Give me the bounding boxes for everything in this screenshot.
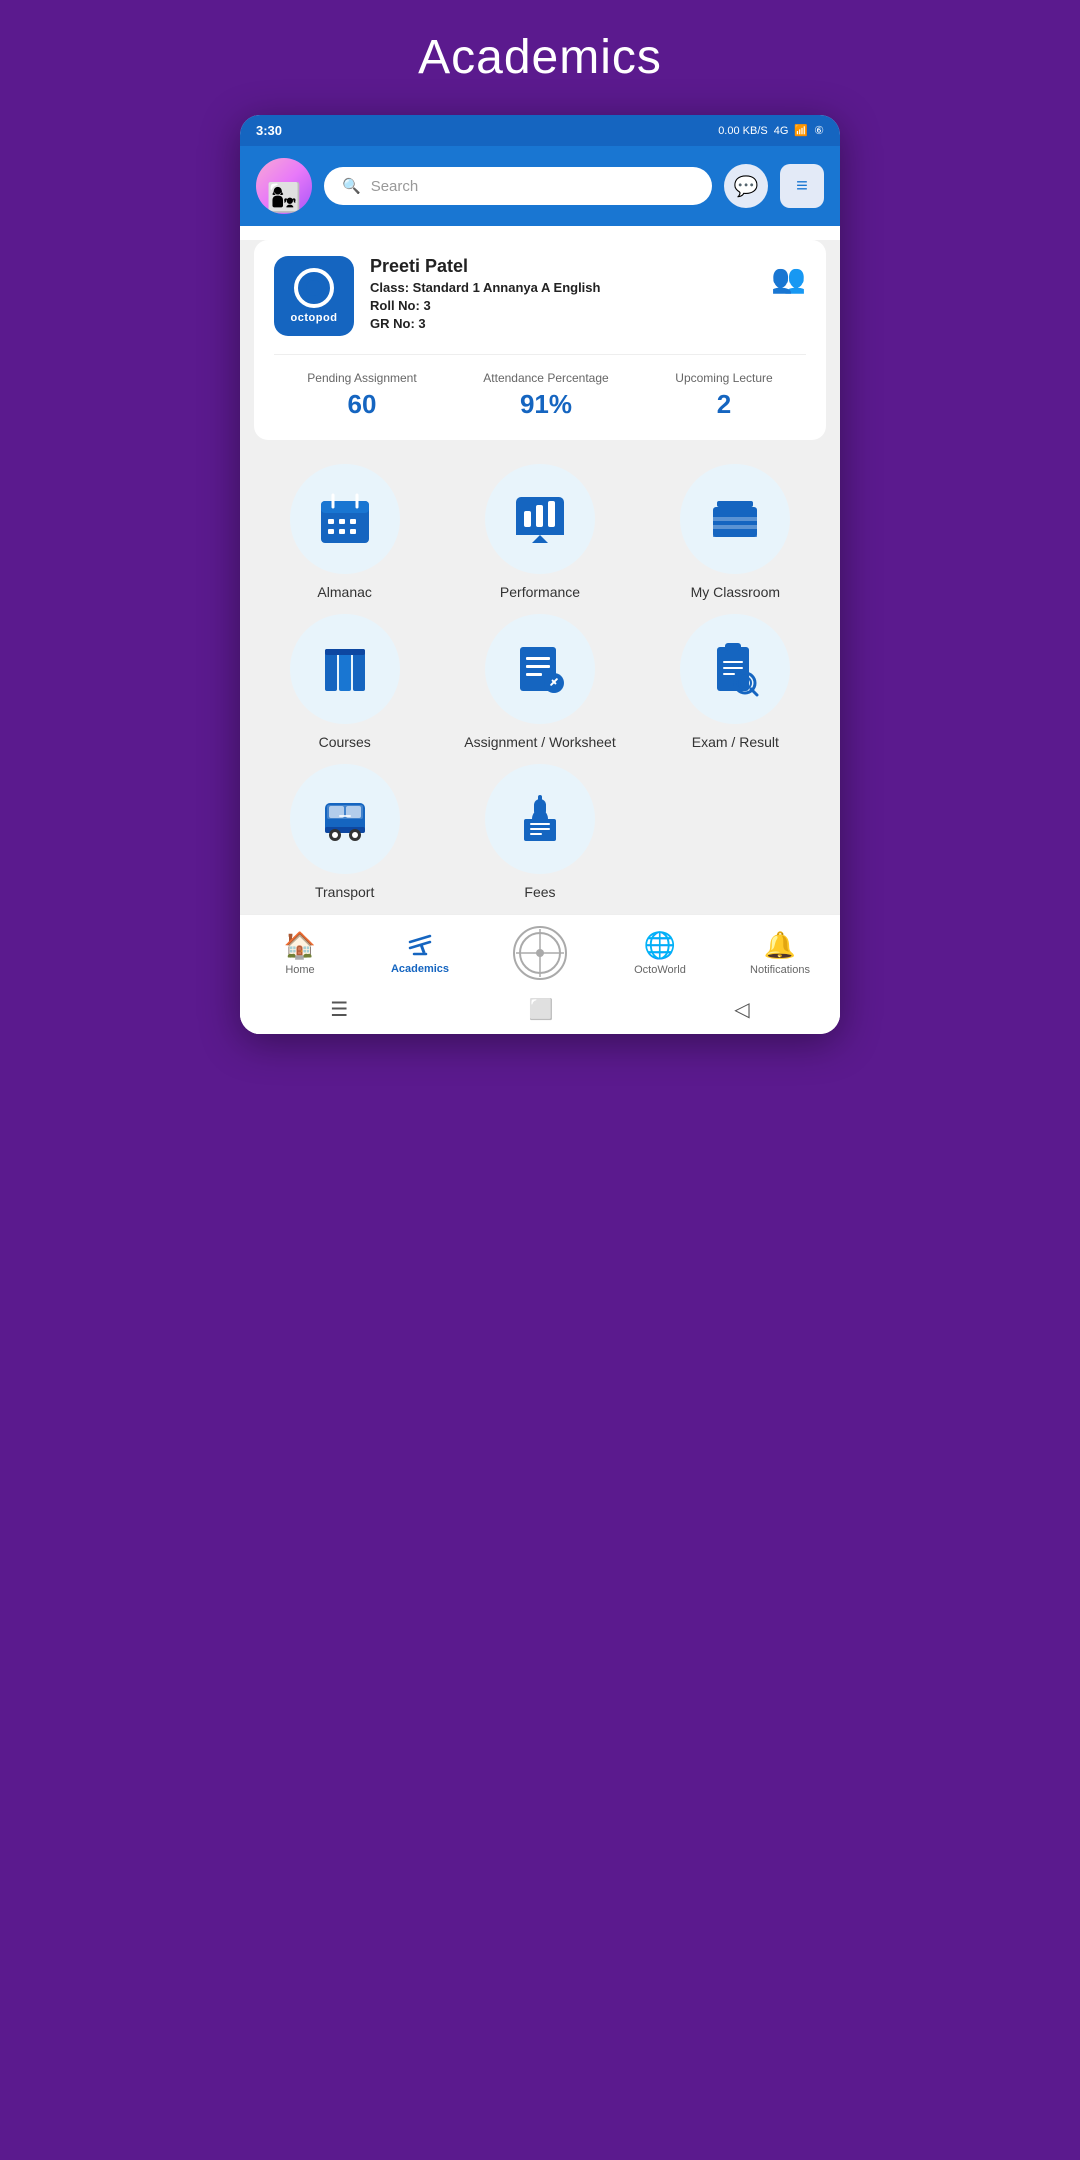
- assignment-icon-circle: [485, 614, 595, 724]
- menu-item-performance[interactable]: Performance: [449, 464, 630, 600]
- classroom-label: My Classroom: [691, 584, 780, 600]
- nav-academics[interactable]: Academics: [385, 932, 455, 975]
- courses-icon-circle: [290, 614, 400, 724]
- menu-grid: Almanac Performance: [240, 450, 840, 914]
- chat-button[interactable]: 💬: [724, 164, 768, 208]
- home-nav-label: Home: [285, 964, 314, 976]
- attendance-label: Attendance Percentage: [483, 371, 608, 385]
- home-nav-icon: 🏠: [284, 930, 316, 961]
- class-label: Class:: [370, 280, 409, 295]
- profile-top: octopod Preeti Patel Class: Standard 1 A…: [274, 256, 806, 336]
- center-nav-icon: [512, 925, 568, 981]
- avatar-figure: 👩‍👧: [267, 181, 302, 214]
- nav-center[interactable]: [505, 925, 575, 981]
- almanac-icon-circle: [290, 464, 400, 574]
- classroom-icon-circle: [680, 464, 790, 574]
- fees-icon: [512, 791, 568, 847]
- page-title: Academics: [418, 30, 662, 85]
- performance-icon: [512, 491, 568, 547]
- profile-info: Preeti Patel Class: Standard 1 Annanya A…: [354, 256, 771, 331]
- group-icon[interactable]: 👥: [771, 262, 806, 295]
- performance-label: Performance: [500, 584, 580, 600]
- stat-attendance: Attendance Percentage 91%: [483, 371, 608, 420]
- search-placeholder: Search: [371, 178, 419, 195]
- gr-label: GR No:: [370, 316, 415, 331]
- menu-button[interactable]: ≡: [780, 164, 824, 208]
- gr-value: 3: [418, 316, 425, 331]
- stats-row: Pending Assignment 60 Attendance Percent…: [274, 354, 806, 420]
- menu-item-assignment[interactable]: Assignment / Worksheet: [449, 614, 630, 750]
- avatar[interactable]: 👩‍👧: [256, 158, 312, 214]
- student-name: Preeti Patel: [370, 256, 771, 277]
- network-speed: 0.00 KB/S: [718, 125, 768, 137]
- stat-pending: Pending Assignment 60: [307, 371, 416, 420]
- academics-nav-icon: [406, 932, 434, 960]
- classroom-icon: [707, 491, 763, 547]
- nav-octoworld[interactable]: 🌐 OctoWorld: [625, 930, 695, 976]
- transport-icon-circle: [290, 764, 400, 874]
- notifications-nav-icon: 🔔: [764, 930, 796, 961]
- menu-item-almanac[interactable]: Almanac: [254, 464, 435, 600]
- lecture-label: Upcoming Lecture: [675, 371, 772, 385]
- stat-lecture: Upcoming Lecture 2: [675, 371, 772, 420]
- student-class: Class: Standard 1 Annanya A English: [370, 280, 771, 295]
- signal-icon: 📶: [794, 124, 808, 137]
- android-home-btn[interactable]: ⬜: [529, 997, 554, 1022]
- octoworld-nav-label: OctoWorld: [634, 964, 686, 976]
- search-icon: 🔍: [342, 177, 361, 195]
- nav-home[interactable]: 🏠 Home: [265, 930, 335, 976]
- assignment-label: Assignment / Worksheet: [464, 734, 615, 750]
- student-roll: Roll No: 3: [370, 298, 771, 313]
- transport-icon: [317, 791, 373, 847]
- main-content: octopod Preeti Patel Class: Standard 1 A…: [240, 240, 840, 1034]
- roll-value: 3: [423, 298, 430, 313]
- search-bar[interactable]: 🔍 Search: [324, 167, 712, 205]
- app-header: 👩‍👧 🔍 Search 💬 ≡: [240, 146, 840, 226]
- profile-card: octopod Preeti Patel Class: Standard 1 A…: [254, 240, 826, 440]
- octoworld-nav-icon: 🌐: [644, 930, 676, 961]
- notifications-nav-label: Notifications: [750, 964, 810, 976]
- courses-icon: [317, 641, 373, 697]
- status-right: 0.00 KB/S 4G 📶 ⑥: [718, 124, 824, 137]
- menu-item-classroom[interactable]: My Classroom: [645, 464, 826, 600]
- android-menu-btn[interactable]: ☰: [330, 997, 348, 1022]
- pending-label: Pending Assignment: [307, 371, 416, 385]
- nav-notifications[interactable]: 🔔 Notifications: [745, 930, 815, 976]
- menu-icon: ≡: [796, 175, 808, 198]
- fees-label: Fees: [524, 884, 555, 900]
- lecture-value: 2: [675, 389, 772, 420]
- network-type: 4G: [774, 125, 789, 137]
- menu-item-fees[interactable]: Fees: [449, 764, 630, 900]
- logo-text: octopod: [291, 312, 338, 324]
- roll-label: Roll No:: [370, 298, 420, 313]
- logo-ring: [294, 268, 334, 308]
- status-bar: 3:30 0.00 KB/S 4G 📶 ⑥: [240, 115, 840, 146]
- attendance-value: 91%: [483, 389, 608, 420]
- exam-label: Exam / Result: [692, 734, 779, 750]
- fees-icon-circle: [485, 764, 595, 874]
- exam-icon-circle: [680, 614, 790, 724]
- android-back-btn[interactable]: ◁: [734, 997, 749, 1022]
- almanac-label: Almanac: [317, 584, 371, 600]
- phone-frame: 3:30 0.00 KB/S 4G 📶 ⑥ 👩‍👧 🔍 Search 💬 ≡: [240, 115, 840, 1034]
- student-gr: GR No: 3: [370, 316, 771, 331]
- academics-nav-label: Academics: [391, 963, 449, 975]
- android-nav: ☰ ⬜ ◁: [240, 987, 840, 1034]
- menu-item-transport[interactable]: Transport: [254, 764, 435, 900]
- performance-icon-circle: [485, 464, 595, 574]
- transport-label: Transport: [315, 884, 374, 900]
- almanac-icon: [317, 491, 373, 547]
- status-time: 3:30: [256, 123, 282, 138]
- courses-label: Courses: [319, 734, 371, 750]
- app-logo: octopod: [274, 256, 354, 336]
- class-value: Standard 1 Annanya A English: [413, 280, 601, 295]
- menu-item-courses[interactable]: Courses: [254, 614, 435, 750]
- bottom-nav: 🏠 Home Academics: [240, 914, 840, 987]
- exam-icon: [707, 641, 763, 697]
- assignment-icon: [512, 641, 568, 697]
- pending-value: 60: [307, 389, 416, 420]
- battery-icon: ⑥: [814, 124, 824, 137]
- menu-item-exam[interactable]: Exam / Result: [645, 614, 826, 750]
- chat-icon: 💬: [734, 174, 759, 199]
